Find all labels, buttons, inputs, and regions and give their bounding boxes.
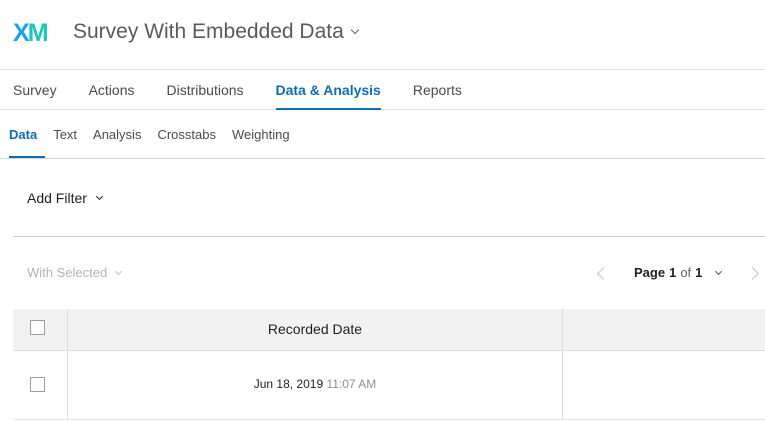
subtab-text[interactable]: Text [45, 110, 85, 158]
row-checkbox[interactable] [30, 377, 45, 392]
extra-column-cell [563, 351, 765, 419]
current-page: 1 [669, 265, 677, 280]
sub-nav: Data Text Analysis Crosstabs Weighting [0, 110, 765, 159]
survey-title: Survey With Embedded Data [73, 20, 344, 43]
with-selected-dropdown[interactable]: With Selected [27, 265, 123, 280]
subtab-crosstabs[interactable]: Crosstabs [149, 110, 224, 158]
tab-distributions[interactable]: Distributions [151, 70, 260, 109]
header-recorded-date[interactable]: Recorded Date [68, 309, 563, 350]
recorded-date-cell: Jun 18, 2019 11:07 AM [68, 351, 563, 419]
row-check-cell [13, 351, 68, 419]
column-header-label: Recorded Date [267, 321, 363, 337]
survey-title-dropdown[interactable]: Survey With Embedded Data [73, 20, 360, 44]
recorded-date: Jun 18, 2019 [253, 377, 324, 391]
header-check-cell [13, 309, 68, 350]
page-selector[interactable]: Page 1 of 1 [634, 265, 723, 280]
chevron-down-icon [115, 267, 123, 275]
table-row: Jun 18, 2019 11:07 AM [13, 351, 765, 420]
recorded-time: 11:07 AM [326, 377, 377, 391]
main-nav: Survey Actions Distributions Data & Anal… [0, 70, 765, 110]
of-word: of [680, 265, 692, 280]
subtab-data[interactable]: Data [0, 110, 46, 158]
filter-row: Add Filter [13, 159, 765, 237]
with-selected-label: With Selected [27, 265, 108, 280]
chevron-down-icon [715, 267, 723, 275]
table-header: Recorded Date [13, 309, 765, 351]
recorded-date-value: Jun 18, 2019 11:07 AM [68, 377, 562, 391]
tab-actions[interactable]: Actions [73, 70, 151, 109]
tab-survey[interactable]: Survey [0, 70, 73, 109]
subtab-weighting[interactable]: Weighting [224, 110, 298, 158]
tab-reports[interactable]: Reports [397, 70, 478, 109]
responses-table: Recorded Date Jun 18, 2019 11:07 AM [13, 309, 765, 422]
logo-x: X [13, 18, 30, 47]
page-word: Page [634, 265, 666, 280]
add-filter-button[interactable]: Add Filter [27, 190, 103, 206]
add-filter-label: Add Filter [27, 190, 87, 206]
app-header: XM Survey With Embedded Data [0, 0, 765, 70]
pagination: Page 1 of 1 [590, 262, 765, 284]
chevron-down-icon [95, 192, 103, 201]
total-pages: 1 [695, 265, 703, 280]
tab-data-analysis[interactable]: Data & Analysis [260, 70, 397, 110]
header-extra-column [563, 309, 765, 350]
table-toolbar: With Selected Page 1 of 1 [0, 238, 765, 308]
logo-m: M [27, 18, 49, 47]
chevron-left-icon[interactable] [596, 266, 606, 280]
select-all-checkbox[interactable] [30, 320, 45, 335]
subtab-analysis[interactable]: Analysis [85, 110, 149, 158]
chevron-right-icon[interactable] [750, 266, 760, 280]
chevron-down-icon [350, 25, 360, 35]
xm-logo[interactable]: XM [13, 18, 49, 47]
